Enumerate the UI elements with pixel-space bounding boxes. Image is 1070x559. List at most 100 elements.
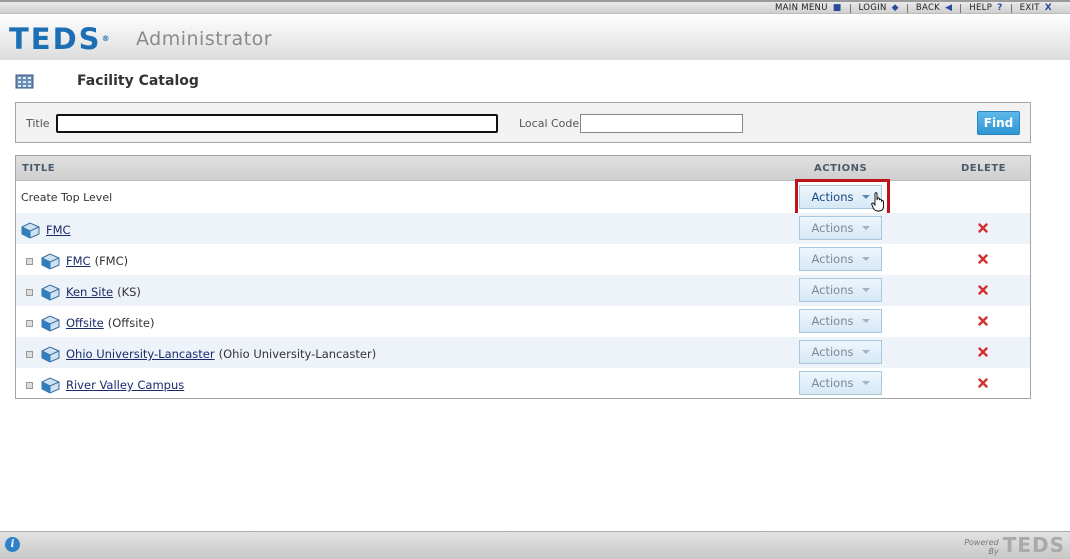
row-title-cell: Ohio University-Lancaster (Ohio Universi… [26, 345, 376, 363]
facility-code: (Ohio University-Lancaster) [218, 347, 377, 361]
search-panel: Title Local Code Find [15, 102, 1031, 143]
powered-by-line2: By [988, 547, 999, 556]
registered-mark: ® [101, 34, 112, 43]
delete-x-icon[interactable] [978, 285, 988, 295]
actions-label: Actions [811, 190, 854, 204]
app-header: TEDS® Administrator [0, 14, 1070, 60]
app-footer: i Powered By TEDS [0, 531, 1070, 559]
find-button[interactable]: Find [977, 111, 1020, 135]
local-code-label: Local Code [519, 117, 580, 130]
facility-link[interactable]: FMC [66, 254, 91, 268]
delete-x-icon[interactable] [978, 254, 988, 264]
close-icon: X [1044, 3, 1052, 13]
chevron-down-icon [861, 257, 870, 261]
facility-building-icon [41, 346, 60, 363]
powered-by: Powered By TEDS [964, 534, 1065, 556]
actions-dropdown-button[interactable]: Actions [799, 371, 882, 395]
facility-building-icon [21, 222, 40, 239]
page-title: Facility Catalog [77, 73, 199, 89]
facility-building-icon [41, 284, 60, 301]
top-menu-bar: MAIN MENU ■ LOGIN ◆ BACK ◀ HELP ? EXIT X [0, 0, 1070, 14]
delete-x-icon[interactable] [978, 347, 988, 357]
exit-link[interactable]: EXIT X [1012, 3, 1060, 13]
actions-dropdown-button[interactable]: Actions [799, 278, 882, 302]
delete-x-icon[interactable] [978, 223, 988, 233]
expand-icon[interactable] [26, 288, 33, 296]
actions-dropdown-button[interactable]: Actions [799, 216, 882, 240]
hand-pointer-icon [871, 192, 884, 212]
local-code-input[interactable] [580, 114, 743, 133]
powered-by-text: Powered By [964, 538, 998, 556]
table-row: Ohio University-Lancaster (Ohio Universi… [16, 337, 1030, 368]
diamond-icon: ◆ [891, 3, 899, 13]
actions-label: Actions [811, 252, 854, 266]
expand-icon[interactable] [26, 257, 33, 265]
back-link[interactable]: BACK ◀ [908, 3, 960, 13]
expand-icon[interactable] [26, 381, 33, 389]
table-row: Offsite (Offsite) Actions [16, 306, 1030, 337]
main-menu-link[interactable]: MAIN MENU ■ [767, 3, 850, 13]
top-menu: MAIN MENU ■ LOGIN ◆ BACK ◀ HELP ? EXIT X [767, 3, 1060, 13]
row-title-cell: River Valley Campus [26, 376, 188, 394]
actions-dropdown-button[interactable]: Actions [799, 340, 882, 364]
teds-logo: TEDS® [9, 24, 112, 54]
actions-dropdown-button[interactable]: Actions [799, 247, 882, 271]
footer-logo: TEDS [1002, 533, 1065, 557]
row-title-cell: Ken Site (KS) [26, 283, 141, 301]
chevron-down-icon [861, 319, 870, 323]
row-title-cell: FMC [20, 221, 75, 239]
actions-label: Actions [811, 221, 854, 235]
building-grid-icon [15, 74, 34, 89]
chevron-down-icon [861, 350, 870, 354]
title-search-input[interactable] [56, 114, 498, 133]
chevron-down-icon [861, 195, 870, 199]
actions-dropdown-button[interactable]: Actions [799, 309, 882, 333]
exit-label: EXIT [1019, 3, 1040, 13]
delete-x-icon[interactable] [978, 316, 988, 326]
logo-text: TEDS [9, 22, 102, 56]
main-menu-label: MAIN MENU [775, 3, 828, 13]
title-column-header: TITLE [22, 163, 56, 174]
back-label: BACK [915, 3, 941, 13]
chevron-down-icon [861, 288, 870, 292]
create-top-level-row: Create Top Level Actions [16, 179, 1030, 216]
facility-link[interactable]: Offsite [66, 316, 104, 330]
chevron-down-icon [861, 381, 870, 385]
question-icon: ? [997, 3, 1003, 13]
app-name: Administrator [136, 28, 273, 50]
table-header: TITLE ACTIONS DELETE [16, 156, 1030, 181]
facility-link[interactable]: River Valley Campus [66, 378, 184, 392]
back-arrow-icon: ◀ [945, 3, 953, 13]
table-row: FMC Actions [16, 213, 1030, 244]
chevron-down-icon [861, 226, 870, 230]
help-label: HELP [969, 3, 993, 13]
powered-by-line1: Powered [964, 538, 999, 547]
facility-link[interactable]: Ken Site [66, 285, 113, 299]
expand-icon[interactable] [26, 350, 33, 358]
login-label: LOGIN [858, 3, 887, 13]
login-link[interactable]: LOGIN ◆ [851, 3, 907, 13]
actions-dropdown-button[interactable]: Actions [799, 185, 882, 209]
row-title-cell: Offsite (Offsite) [26, 314, 154, 332]
actions-label: Actions [811, 376, 854, 390]
facility-link[interactable]: FMC [46, 223, 71, 237]
info-icon[interactable]: i [5, 537, 20, 552]
facility-building-icon [41, 315, 60, 332]
actions-label: Actions [811, 345, 854, 359]
help-link[interactable]: HELP ? [961, 3, 1010, 13]
facility-code: (Offsite) [107, 316, 155, 330]
facility-link[interactable]: Ohio University-Lancaster [66, 347, 215, 361]
facility-code: (FMC) [94, 254, 129, 268]
expand-icon[interactable] [26, 319, 33, 327]
actions-label: Actions [811, 283, 854, 297]
facility-building-icon [41, 377, 60, 394]
title-label: Title [26, 117, 50, 130]
facility-code: (KS) [117, 285, 141, 299]
delete-x-icon[interactable] [978, 378, 988, 388]
facility-table: TITLE ACTIONS DELETE Create Top Level Ac… [15, 155, 1031, 399]
facility-building-icon [41, 253, 60, 270]
row-title-cell: FMC (FMC) [26, 252, 128, 270]
table-row: River Valley Campus Actions [16, 368, 1030, 399]
delete-column-header: DELETE [961, 163, 1006, 174]
create-top-level-label: Create Top Level [21, 191, 113, 204]
